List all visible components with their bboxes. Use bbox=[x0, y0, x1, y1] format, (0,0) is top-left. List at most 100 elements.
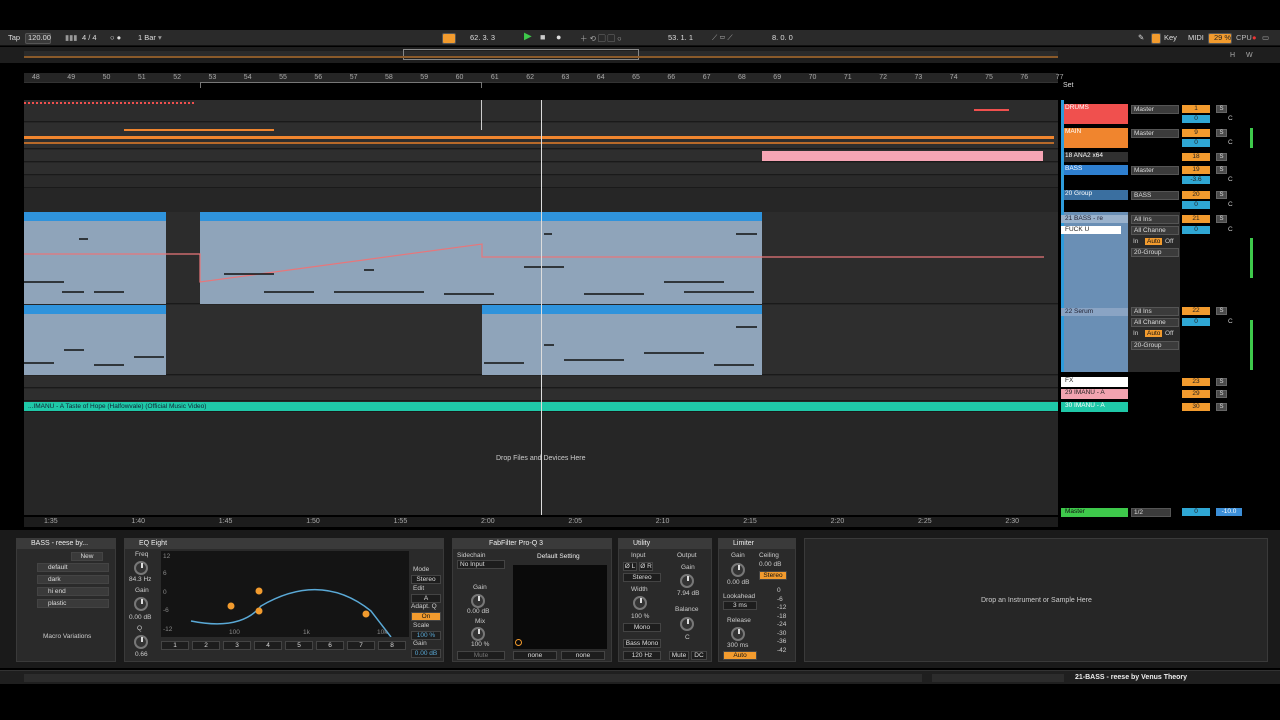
track-header[interactable]: 20 Group bbox=[1061, 190, 1128, 200]
bass-mono-button[interactable]: Bass Mono bbox=[623, 639, 661, 648]
bass-mono-freq[interactable]: 120 Hz bbox=[623, 651, 661, 660]
eq-band-toggle[interactable]: 8 bbox=[378, 641, 406, 650]
key-map-button[interactable]: Key bbox=[1164, 33, 1177, 42]
track-number[interactable]: 30 bbox=[1182, 403, 1210, 411]
lookahead-select[interactable]: 3 ms bbox=[723, 601, 757, 610]
track-pan[interactable]: C bbox=[1228, 201, 1233, 208]
monitor-in-21[interactable]: In bbox=[1133, 238, 1138, 245]
track-header[interactable]: DRUMS bbox=[1061, 104, 1128, 124]
variation-hi-end[interactable]: hi end bbox=[37, 587, 109, 596]
balance-knob[interactable] bbox=[680, 617, 694, 631]
limiter-device[interactable]: Limiter Gain 0.00 dB Ceiling 0.00 dB Ste… bbox=[718, 538, 796, 662]
adaptive-q-toggle[interactable]: On bbox=[411, 612, 441, 621]
utility-device[interactable]: Utility Input Output Ø L Ø R Stereo Gain… bbox=[618, 538, 712, 662]
track-output-select[interactable]: Master bbox=[1131, 166, 1179, 175]
track-output-select[interactable]: BASS bbox=[1131, 191, 1179, 200]
eq-scale[interactable]: 100 % bbox=[411, 631, 441, 640]
track-pan[interactable]: C bbox=[1228, 226, 1233, 233]
track-header[interactable]: 29 IMANU - A bbox=[1061, 389, 1128, 399]
song-position[interactable]: 62. 3. 3 bbox=[470, 33, 495, 42]
variation-dark[interactable]: dark bbox=[37, 575, 109, 584]
instrument-rack[interactable]: BASS - reese by... New default dark hi e… bbox=[16, 538, 116, 662]
track-output-select[interactable]: Master bbox=[1131, 105, 1179, 114]
solo-button[interactable]: S bbox=[1216, 307, 1227, 315]
track-number[interactable]: 23 bbox=[1182, 378, 1210, 386]
sidechain-select[interactable]: No Input bbox=[457, 560, 505, 569]
track-number[interactable]: 19 bbox=[1182, 166, 1210, 174]
solo-button[interactable]: S bbox=[1216, 390, 1227, 398]
eq-mode-select[interactable]: Stereo bbox=[411, 575, 441, 584]
eq-band-toggle[interactable]: 7 bbox=[347, 641, 375, 650]
playhead[interactable] bbox=[541, 100, 542, 515]
solo-button[interactable]: S bbox=[1216, 105, 1227, 113]
limiter-auto[interactable]: Auto bbox=[723, 651, 757, 660]
arrangement-view[interactable]: ...IMANU - A Taste of Hope (Halfowvale) … bbox=[24, 100, 1058, 515]
track-header[interactable]: 30 IMANU - A bbox=[1061, 402, 1128, 412]
solo-button[interactable]: S bbox=[1216, 166, 1227, 174]
eq-output-gain[interactable]: 0.00 dB bbox=[411, 649, 441, 658]
monitor-auto-21[interactable]: Auto bbox=[1145, 238, 1163, 245]
instrument-drop-zone[interactable]: Drop an Instrument or Sample Here bbox=[804, 538, 1268, 662]
variation-plastic[interactable]: plastic bbox=[37, 599, 109, 608]
loop-tools-icon[interactable]: ⟋ ▭ ⟋ bbox=[712, 33, 733, 43]
monitor-in-22[interactable]: In bbox=[1133, 330, 1138, 337]
eq-band-toggle[interactable]: 2 bbox=[192, 641, 220, 650]
proq-param-2[interactable]: none bbox=[561, 651, 605, 660]
proq-param-1[interactable]: none bbox=[513, 651, 557, 660]
dc-filter[interactable]: DC bbox=[691, 651, 707, 660]
arrangement-record-icon[interactable] bbox=[442, 33, 456, 44]
draw-mode-icon[interactable]: ✎ bbox=[1138, 33, 1144, 42]
track-header[interactable]: FX bbox=[1061, 377, 1128, 387]
w-toggle[interactable]: W bbox=[1246, 52, 1253, 59]
ceiling-value[interactable]: 0.00 dB bbox=[759, 561, 781, 568]
monitor-auto-22[interactable]: Auto bbox=[1145, 330, 1163, 337]
arrangement-overview[interactable]: H W bbox=[0, 47, 1280, 63]
utility-mute[interactable]: Mute bbox=[669, 651, 689, 660]
track-header[interactable]: BASS bbox=[1061, 165, 1128, 175]
loop-start[interactable]: 53. 1. 1 bbox=[668, 33, 693, 42]
eq-band-toggle[interactable]: 3 bbox=[223, 641, 251, 650]
solo-button[interactable]: S bbox=[1216, 215, 1227, 223]
variation-default[interactable]: default bbox=[37, 563, 109, 572]
monitor-off-22[interactable]: Off bbox=[1165, 330, 1174, 337]
track-number[interactable]: 21 bbox=[1182, 215, 1210, 223]
midi-map-button[interactable]: MIDI bbox=[1188, 33, 1204, 42]
h-toggle[interactable]: H bbox=[1230, 52, 1235, 59]
utility-gain-knob[interactable] bbox=[680, 574, 694, 588]
channel-select-21[interactable]: All Channe bbox=[1131, 226, 1179, 235]
track-number[interactable]: 22 bbox=[1182, 307, 1210, 315]
track-number[interactable]: 9 bbox=[1182, 129, 1210, 137]
group-fold-bar[interactable] bbox=[1061, 100, 1064, 372]
beat-time-ruler[interactable]: 48 49 50 51 52 53 54 55 56 57 58 59 60 61 62 63 64 65 66 67… bbox=[24, 73, 1063, 83]
track-volume[interactable]: -3.6 bbox=[1182, 176, 1210, 184]
io-icon[interactable]: ▭ bbox=[1262, 33, 1269, 42]
play-icon[interactable]: ▶ bbox=[524, 31, 532, 42]
limiter-gain-knob[interactable] bbox=[731, 563, 745, 577]
track-volume[interactable]: 0 bbox=[1182, 139, 1210, 147]
stop-icon[interactable]: ■ bbox=[540, 32, 545, 42]
limiter-stereo[interactable]: Stereo bbox=[759, 571, 787, 580]
width-knob[interactable] bbox=[633, 596, 647, 610]
track-pan[interactable]: C bbox=[1228, 115, 1233, 122]
eq-band-toggle[interactable]: 1 bbox=[161, 641, 189, 650]
time-signature[interactable]: 4 / 4 bbox=[82, 33, 97, 42]
proq-mute-button[interactable]: Mute bbox=[457, 651, 505, 660]
record-icon[interactable]: ● bbox=[556, 32, 561, 42]
channel-select-22[interactable]: All Channe bbox=[1131, 318, 1179, 327]
metronome-icon[interactable]: ▮▮▮ bbox=[65, 33, 77, 42]
track-volume[interactable]: 0 bbox=[1182, 318, 1210, 326]
track21-sub[interactable]: FUCK U bbox=[1061, 226, 1121, 234]
utility-mode[interactable]: Stereo bbox=[623, 573, 661, 582]
loop-length[interactable]: 8. 0. 0 bbox=[772, 33, 793, 42]
output-select-22[interactable]: 20-Group bbox=[1131, 341, 1179, 350]
q-knob[interactable] bbox=[134, 635, 148, 649]
tempo-field[interactable]: 120.00 bbox=[28, 33, 51, 42]
eq-eight-device[interactable]: EQ Eight Freq 84.3 Hz Gain 0.00 dB Q 0.6… bbox=[124, 538, 444, 662]
audio-clip-label[interactable]: ...IMANU - A Taste of Hope (Halfowvale) … bbox=[28, 403, 206, 410]
track-output-select[interactable]: Master bbox=[1131, 129, 1179, 138]
automation-tools-icon[interactable]: ＋ ⟲ ▢ ▢ ○ bbox=[580, 33, 622, 44]
proq-display[interactable] bbox=[513, 565, 607, 649]
solo-button[interactable]: S bbox=[1216, 191, 1227, 199]
solo-button[interactable]: S bbox=[1216, 129, 1227, 137]
eq-band-toggle[interactable]: 4 bbox=[254, 641, 282, 650]
